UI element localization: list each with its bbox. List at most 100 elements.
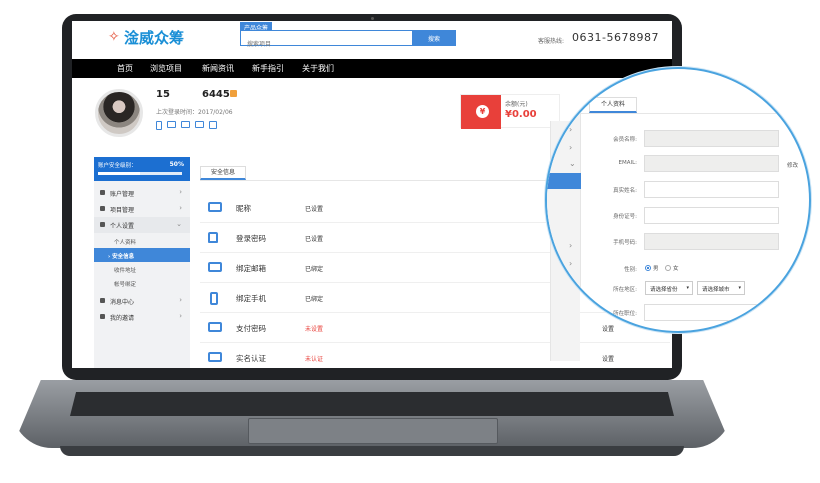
last-login-time: 上次登录时间：2017/02/06 (156, 109, 233, 116)
security-level-panel: 账户安全级别： 50% (94, 157, 190, 181)
money-bag-icon: ¥ (476, 105, 489, 118)
sidebar-subitem-shipping-address[interactable]: 收件地址 (94, 262, 190, 276)
chevron-right-icon: › (569, 241, 573, 250)
chevron-right-icon: › (179, 296, 182, 304)
settings-verify-icon[interactable] (209, 121, 217, 129)
balance-badge: ¥ (461, 95, 501, 129)
chevron-down-icon: ⌄ (176, 220, 182, 228)
mobile-phone-icon (210, 292, 218, 305)
email-verify-icon[interactable] (181, 121, 190, 128)
site-header: ✧ 淦威众筹 产品众筹 搜索 客服热线: 0631-5678987 (72, 21, 672, 59)
bank-card-verify-icon[interactable] (195, 121, 204, 128)
region-label: 所在地区: (613, 287, 637, 293)
balance-card: ¥ 余额(元) ¥0.00 (460, 94, 560, 129)
balance-value: ¥0.00 (505, 109, 537, 120)
security-progress-track (98, 172, 182, 175)
chevron-right-icon: › (179, 188, 182, 196)
account-sidebar: 账户安全级别： 50% 账户管理 › 项目管理 › 个人设置 ⌄ 个人资料 › … (94, 157, 190, 368)
user-points: 6445 (202, 89, 230, 100)
nav-about-us[interactable]: 关于我们 (302, 63, 334, 74)
chevron-right-icon: › (179, 204, 182, 212)
position-label: 所在职位: (613, 311, 637, 317)
user-id: 15 (156, 89, 170, 100)
gender-female-radio[interactable]: 女 (665, 264, 679, 272)
message-icon (100, 298, 105, 303)
real-name-verify-link[interactable]: 设置 (602, 354, 614, 363)
sidebar-item-messages[interactable]: 消息中心 › (94, 293, 190, 309)
member-name-label: 会员名称: (613, 137, 637, 143)
hotline-number: 0631-5678987 (572, 31, 659, 44)
search-button[interactable]: 搜索 (412, 30, 456, 46)
tab-profile[interactable]: 个人资料 (589, 97, 637, 113)
magnifier-sidebar-active (547, 173, 581, 189)
position-field[interactable] (644, 304, 779, 321)
phone-verify-icon[interactable] (156, 121, 162, 130)
chevron-right-icon: › (569, 259, 573, 268)
hotline-label: 客服热线: (538, 38, 565, 45)
sidebar-subitem-security-info[interactable]: › 安全信息 (94, 248, 190, 262)
chevron-right-icon: › (179, 312, 182, 320)
projects-icon (100, 206, 105, 211)
real-name-field[interactable] (644, 181, 779, 198)
laptop-keyboard (70, 392, 674, 416)
nav-browse-projects[interactable]: 浏览项目 (150, 63, 182, 74)
envelope-icon (208, 262, 222, 272)
caret-down-icon: ▾ (738, 285, 741, 291)
phone-label: 手机号码: (613, 240, 637, 246)
member-name-field[interactable] (644, 130, 779, 147)
chevron-right-icon: › (569, 143, 573, 152)
laptop-base-bottom (60, 446, 684, 456)
nav-beginner-guide[interactable]: 新手指引 (252, 63, 284, 74)
radio-unselected-icon (665, 265, 671, 271)
profile-magnifier: › › ⌄ › › 个人资料 会员名称: EMAIL: 修改 真实姓名: 身份证… (545, 67, 811, 333)
tab-security-info[interactable]: 安全信息 (200, 166, 246, 180)
id-number-field[interactable] (644, 207, 779, 224)
sidebar-subitem-profile[interactable]: 个人资料 (94, 234, 190, 248)
city-select[interactable]: 请选择城市 ▾ (697, 281, 745, 295)
email-label: EMAIL: (618, 160, 637, 166)
magnifier-sidebar (547, 113, 581, 331)
chevron-right-icon: › (569, 125, 573, 134)
sidebar-item-projects[interactable]: 项目管理 › (94, 201, 190, 217)
site-logo[interactable]: 淦威众筹 (124, 27, 184, 48)
nav-home[interactable]: 首页 (117, 63, 133, 74)
chevron-down-icon: ⌄ (569, 159, 576, 168)
security-progress-fill (98, 172, 140, 175)
avatar[interactable] (95, 89, 143, 137)
logo-icon: ✧ (108, 29, 120, 45)
email-field[interactable] (644, 155, 779, 172)
gender-label: 性别: (624, 267, 637, 273)
security-level-percent: 50% (169, 161, 184, 168)
account-icon (100, 190, 105, 195)
radio-selected-icon (645, 265, 651, 271)
phone-field[interactable] (644, 233, 779, 250)
webcam-icon (371, 17, 374, 20)
search-box: 搜索 (240, 30, 456, 52)
province-select[interactable]: 请选择省份 ▾ (645, 281, 693, 295)
gender-male-radio[interactable]: 男 (645, 264, 659, 272)
verification-icons (156, 121, 217, 130)
id-card-icon (208, 202, 222, 212)
id-verify-icon (208, 352, 222, 362)
payment-icon (208, 322, 222, 332)
id-number-label: 身份证号: (613, 214, 637, 220)
caret-down-icon: ▾ (686, 285, 689, 291)
sidebar-item-account[interactable]: 账户管理 › (94, 185, 190, 201)
nav-news[interactable]: 新闻资讯 (202, 63, 234, 74)
sidebar-subitem-account-binding[interactable]: 帐号绑定 (94, 276, 190, 290)
lock-icon (208, 232, 218, 243)
user-icon (100, 222, 105, 227)
security-level-label: 账户安全级别： (98, 163, 137, 169)
security-row-real-name: 实名认证 未认证 设置 (200, 343, 670, 368)
search-input[interactable] (241, 37, 401, 52)
tab-divider (547, 113, 809, 114)
laptop-trackpad (248, 418, 498, 444)
id-card-verify-icon[interactable] (167, 121, 176, 128)
edit-email-link[interactable]: 修改 (787, 161, 798, 169)
sidebar-item-personal-settings[interactable]: 个人设置 ⌄ (94, 217, 190, 233)
heart-icon (100, 314, 105, 319)
balance-label: 余额(元) (505, 101, 528, 108)
real-name-label: 真实姓名: (613, 188, 637, 194)
sidebar-item-invitations[interactable]: 我的邀请 › (94, 309, 190, 325)
points-badge-icon (230, 90, 237, 97)
